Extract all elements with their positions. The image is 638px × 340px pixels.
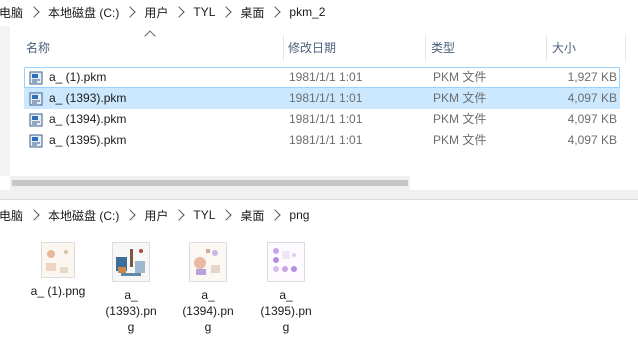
- breadcrumb-segment[interactable]: 本地磁盘 (C:): [48, 207, 119, 224]
- chevron-right-icon[interactable]: [124, 209, 137, 221]
- breadcrumb-segment[interactable]: 此电脑: [0, 4, 23, 21]
- image-preview: [113, 243, 149, 281]
- chevron-right-icon[interactable]: [173, 6, 186, 18]
- image-preview: [190, 243, 226, 281]
- window-separator: [0, 190, 638, 200]
- file-name: a_ (1394).pkm: [49, 112, 127, 126]
- breadcrumb-segment[interactable]: TYL: [193, 208, 215, 222]
- file-size: 4,097 KB: [567, 112, 617, 126]
- chevron-right-icon[interactable]: [269, 6, 282, 18]
- file-name: a_ (1395).pkm: [49, 133, 127, 147]
- thumbnail-item[interactable]: a_ (1393).pn g: [95, 242, 167, 335]
- chevron-right-icon[interactable]: [124, 6, 137, 18]
- pkm-file-icon: [29, 113, 43, 127]
- column-header-modified[interactable]: 修改日期: [284, 35, 426, 61]
- file-row[interactable]: a_ (1395).pkm 1981/1/1 1:01 PKM 文件 4,097…: [24, 130, 620, 151]
- thumbnail-item[interactable]: a_ (1395).pn g: [250, 242, 322, 335]
- file-type: PKM 文件: [433, 133, 487, 147]
- pkm-file-icon: [29, 71, 43, 85]
- breadcrumb-segment[interactable]: 此电脑: [0, 207, 23, 224]
- top-breadcrumb: 此电脑 本地磁盘 (C:) 用户 TYL 桌面 pkm_2: [0, 0, 325, 24]
- breadcrumb-segment[interactable]: 本地磁盘 (C:): [48, 4, 119, 21]
- thumbnail-label: a_ (1395).pn g: [260, 288, 312, 334]
- pkm-file-icon: [29, 92, 43, 106]
- bottom-breadcrumb: 此电脑 本地磁盘 (C:) 用户 TYL 桌面 png: [0, 203, 309, 227]
- thumbnail-label: a_ (1394).pn g: [182, 288, 234, 334]
- image-thumbnail: [189, 242, 227, 282]
- file-row[interactable]: a_ (1393).pkm 1981/1/1 1:01 PKM 文件 4,097…: [24, 88, 620, 109]
- column-header-name[interactable]: 名称: [22, 35, 284, 61]
- chevron-right-icon[interactable]: [269, 209, 282, 221]
- thumbnail-label: a_ (1).png: [30, 284, 86, 298]
- file-modified: 1981/1/1 1:01: [289, 133, 363, 147]
- file-type: PKM 文件: [433, 91, 487, 105]
- scrollbar-thumb[interactable]: [12, 180, 408, 186]
- breadcrumb-segment-current[interactable]: pkm_2: [289, 5, 325, 19]
- file-list: a_ (1).pkm 1981/1/1 1:01 PKM 文件 1,927 KB…: [24, 67, 620, 151]
- breadcrumb-segment[interactable]: 用户: [144, 4, 168, 21]
- breadcrumb-segment[interactable]: 桌面: [240, 4, 264, 21]
- image-thumbnail: [267, 242, 305, 282]
- pkm-file-icon: [29, 134, 43, 148]
- chevron-right-icon[interactable]: [173, 209, 186, 221]
- breadcrumb-segment[interactable]: 用户: [144, 207, 168, 224]
- file-modified: 1981/1/1 1:01: [289, 70, 363, 84]
- breadcrumb-segment[interactable]: 桌面: [240, 207, 264, 224]
- file-name: a_ (1).pkm: [49, 70, 107, 84]
- file-name: a_ (1393).pkm: [49, 91, 127, 105]
- file-row[interactable]: a_ (1394).pkm 1981/1/1 1:01 PKM 文件 4,097…: [24, 109, 620, 130]
- file-size: 4,097 KB: [567, 91, 617, 105]
- image-preview: [42, 243, 74, 277]
- breadcrumb-segment[interactable]: TYL: [193, 5, 215, 19]
- image-thumbnail: [112, 242, 150, 282]
- file-modified: 1981/1/1 1:01: [289, 112, 363, 126]
- thumbnail-grid: a_ (1).png a_ (1393).pn g a_ (1394).pn g…: [0, 242, 638, 340]
- image-thumbnail: [41, 242, 75, 278]
- horizontal-scrollbar[interactable]: [10, 176, 410, 190]
- chevron-right-icon[interactable]: [28, 6, 40, 18]
- file-row[interactable]: a_ (1).pkm 1981/1/1 1:01 PKM 文件 1,927 KB: [24, 67, 620, 88]
- file-size: 1,927 KB: [567, 70, 617, 84]
- breadcrumb-segment-current[interactable]: png: [289, 208, 309, 222]
- file-modified: 1981/1/1 1:01: [289, 91, 363, 105]
- thumbnail-item[interactable]: a_ (1).png: [22, 242, 94, 299]
- column-headers: 名称 修改日期 类型 大小: [0, 35, 638, 61]
- chevron-right-icon[interactable]: [28, 209, 40, 221]
- file-type: PKM 文件: [433, 70, 487, 84]
- file-size: 4,097 KB: [567, 133, 617, 147]
- thumbnail-label: a_ (1393).pn g: [105, 288, 157, 334]
- chevron-right-icon[interactable]: [220, 6, 233, 18]
- image-preview: [268, 243, 304, 281]
- file-type: PKM 文件: [433, 112, 487, 126]
- column-header-type[interactable]: 类型: [427, 35, 547, 61]
- chevron-right-icon[interactable]: [220, 209, 233, 221]
- column-header-size[interactable]: 大小: [548, 35, 626, 61]
- thumbnail-item[interactable]: a_ (1394).pn g: [172, 242, 244, 335]
